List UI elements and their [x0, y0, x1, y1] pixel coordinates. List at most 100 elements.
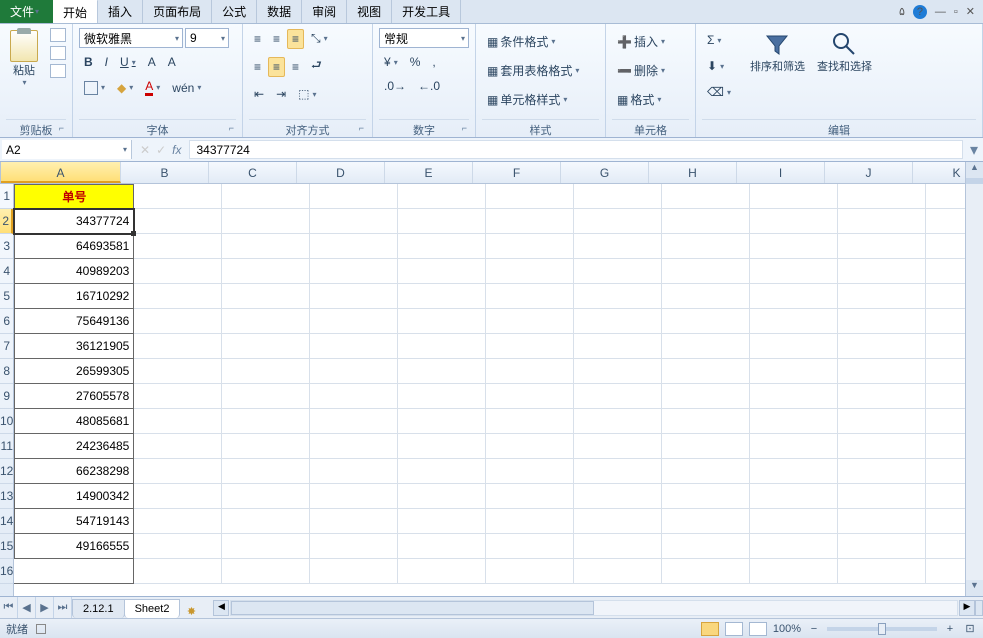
cell-D16[interactable] — [310, 559, 398, 584]
cell-C6[interactable] — [222, 309, 310, 334]
cell-J1[interactable] — [838, 184, 926, 209]
cell-E3[interactable] — [398, 234, 486, 259]
hscroll-thumb[interactable] — [231, 601, 594, 615]
cell-I3[interactable] — [750, 234, 838, 259]
window-restore-icon[interactable]: ▫ — [954, 6, 958, 18]
cell-C1[interactable] — [222, 184, 310, 209]
col-header-H[interactable]: H — [649, 162, 737, 183]
cell-H12[interactable] — [662, 459, 750, 484]
cell-A10[interactable]: 48085681 — [14, 409, 134, 434]
cell-I16[interactable] — [750, 559, 838, 584]
clipboard-launcher[interactable]: ⌐ — [59, 123, 64, 133]
align-right-button[interactable]: ≡ — [287, 57, 304, 77]
new-sheet-icon[interactable]: ✸ — [179, 605, 203, 618]
font-name-select[interactable]: 微软雅黑▾ — [79, 28, 183, 48]
help-icon[interactable]: ? — [913, 5, 927, 19]
comma-button[interactable]: , — [427, 52, 440, 72]
cell-I14[interactable] — [750, 509, 838, 534]
row-header-2[interactable]: 2 — [0, 209, 13, 234]
fx-icon[interactable]: fx — [172, 143, 181, 157]
cell-A3[interactable]: 64693581 — [14, 234, 134, 259]
clear-button[interactable]: ⌫▾ — [702, 82, 736, 102]
cell-D11[interactable] — [310, 434, 398, 459]
number-launcher[interactable]: ⌐ — [462, 123, 467, 133]
phonetic-button[interactable]: wén▾ — [167, 78, 206, 98]
cell-H9[interactable] — [662, 384, 750, 409]
cell-H7[interactable] — [662, 334, 750, 359]
cell-style-button[interactable]: ▦单元格样式▾ — [482, 88, 599, 111]
window-close-icon[interactable]: ✕ — [966, 5, 975, 18]
cell-J6[interactable] — [838, 309, 926, 334]
cell-H13[interactable] — [662, 484, 750, 509]
formula-input[interactable]: 34377724 — [189, 140, 963, 159]
align-middle-button[interactable]: ≡ — [268, 29, 285, 49]
cell-I1[interactable] — [750, 184, 838, 209]
cell-J14[interactable] — [838, 509, 926, 534]
cell-G11[interactable] — [574, 434, 662, 459]
cell-B9[interactable] — [134, 384, 222, 409]
cell-I4[interactable] — [750, 259, 838, 284]
cell-J16[interactable] — [838, 559, 926, 584]
cell-H3[interactable] — [662, 234, 750, 259]
zoom-out-button[interactable]: − — [807, 623, 821, 635]
cell-A7[interactable]: 36121905 — [14, 334, 134, 359]
cell-D9[interactable] — [310, 384, 398, 409]
cell-E8[interactable] — [398, 359, 486, 384]
col-header-K[interactable]: K — [913, 162, 965, 183]
tab-layout[interactable]: 页面布局 — [143, 0, 212, 23]
cell-G8[interactable] — [574, 359, 662, 384]
formula-expand-icon[interactable]: ▾ — [965, 138, 983, 161]
cell-E9[interactable] — [398, 384, 486, 409]
cell-B14[interactable] — [134, 509, 222, 534]
insert-cells-button[interactable]: ➕插入▾ — [612, 30, 689, 53]
cell-B3[interactable] — [134, 234, 222, 259]
cell-B13[interactable] — [134, 484, 222, 509]
cell-H1[interactable] — [662, 184, 750, 209]
cell-D7[interactable] — [310, 334, 398, 359]
cell-B6[interactable] — [134, 309, 222, 334]
cell-G9[interactable] — [574, 384, 662, 409]
sheet-tab-1[interactable]: 2.12.1 — [72, 599, 125, 618]
cell-C4[interactable] — [222, 259, 310, 284]
cell-K2[interactable] — [926, 209, 965, 234]
cell-G12[interactable] — [574, 459, 662, 484]
vertical-scrollbar[interactable]: ▲ ▼ — [965, 162, 983, 596]
zoom-fit-icon[interactable]: ⊡ — [963, 622, 977, 635]
cell-K8[interactable] — [926, 359, 965, 384]
cell-D8[interactable] — [310, 359, 398, 384]
cell-G13[interactable] — [574, 484, 662, 509]
cell-J12[interactable] — [838, 459, 926, 484]
merge-button[interactable]: ⬚▾ — [293, 84, 321, 104]
cell-F6[interactable] — [486, 309, 574, 334]
cell-I8[interactable] — [750, 359, 838, 384]
cell-F9[interactable] — [486, 384, 574, 409]
cut-icon[interactable] — [50, 28, 66, 42]
cell-K1[interactable] — [926, 184, 965, 209]
cell-J2[interactable] — [838, 209, 926, 234]
cell-D1[interactable] — [310, 184, 398, 209]
autosum-button[interactable]: Σ▾ — [702, 30, 736, 50]
cell-K11[interactable] — [926, 434, 965, 459]
tab-view[interactable]: 视图 — [347, 0, 392, 23]
cell-J3[interactable] — [838, 234, 926, 259]
cell-A1[interactable]: 单号 — [14, 184, 134, 209]
cell-C15[interactable] — [222, 534, 310, 559]
cell-E6[interactable] — [398, 309, 486, 334]
col-header-B[interactable]: B — [121, 162, 209, 183]
cell-I15[interactable] — [750, 534, 838, 559]
cell-C12[interactable] — [222, 459, 310, 484]
table-format-button[interactable]: ▦套用表格格式▾ — [482, 59, 599, 82]
cell-K6[interactable] — [926, 309, 965, 334]
cell-G16[interactable] — [574, 559, 662, 584]
cell-J13[interactable] — [838, 484, 926, 509]
cell-F13[interactable] — [486, 484, 574, 509]
cell-J4[interactable] — [838, 259, 926, 284]
cell-I9[interactable] — [750, 384, 838, 409]
cell-H10[interactable] — [662, 409, 750, 434]
cell-K14[interactable] — [926, 509, 965, 534]
cell-H11[interactable] — [662, 434, 750, 459]
tab-formulas[interactable]: 公式 — [212, 0, 257, 23]
tab-review[interactable]: 审阅 — [302, 0, 347, 23]
cell-F7[interactable] — [486, 334, 574, 359]
cell-E4[interactable] — [398, 259, 486, 284]
